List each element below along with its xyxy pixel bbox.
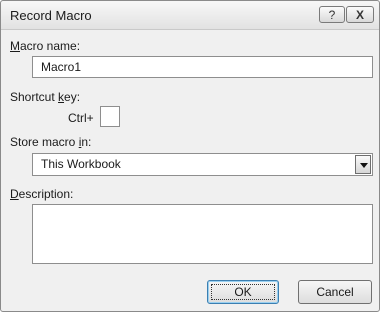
help-button[interactable]: ?: [319, 6, 345, 23]
macro-name-value: Macro1: [41, 60, 82, 74]
store-macro-value: This Workbook: [41, 157, 121, 171]
title-bar[interactable]: Record Macro ? X: [1, 1, 379, 30]
store-macro-label: Store macro in:: [10, 135, 92, 149]
ctrl-prefix-label: Ctrl+: [68, 111, 94, 125]
store-macro-select[interactable]: This Workbook: [32, 153, 373, 176]
dialog-title: Record Macro: [10, 8, 92, 23]
chevron-down-icon[interactable]: [355, 155, 371, 174]
shortcut-key-input[interactable]: [100, 106, 120, 127]
ok-label: OK: [211, 284, 275, 300]
close-button[interactable]: X: [346, 6, 374, 23]
macro-name-input[interactable]: Macro1: [32, 56, 373, 78]
ok-button[interactable]: OK: [207, 280, 279, 304]
description-textarea[interactable]: [32, 204, 373, 264]
record-macro-dialog: Record Macro ? X Macro name: Macro1 Shor…: [0, 0, 380, 312]
macro-name-label: Macro name:: [10, 39, 81, 53]
description-label: Description:: [10, 187, 74, 201]
cancel-button[interactable]: Cancel: [298, 280, 372, 304]
shortcut-key-label: Shortcut key:: [10, 90, 81, 104]
